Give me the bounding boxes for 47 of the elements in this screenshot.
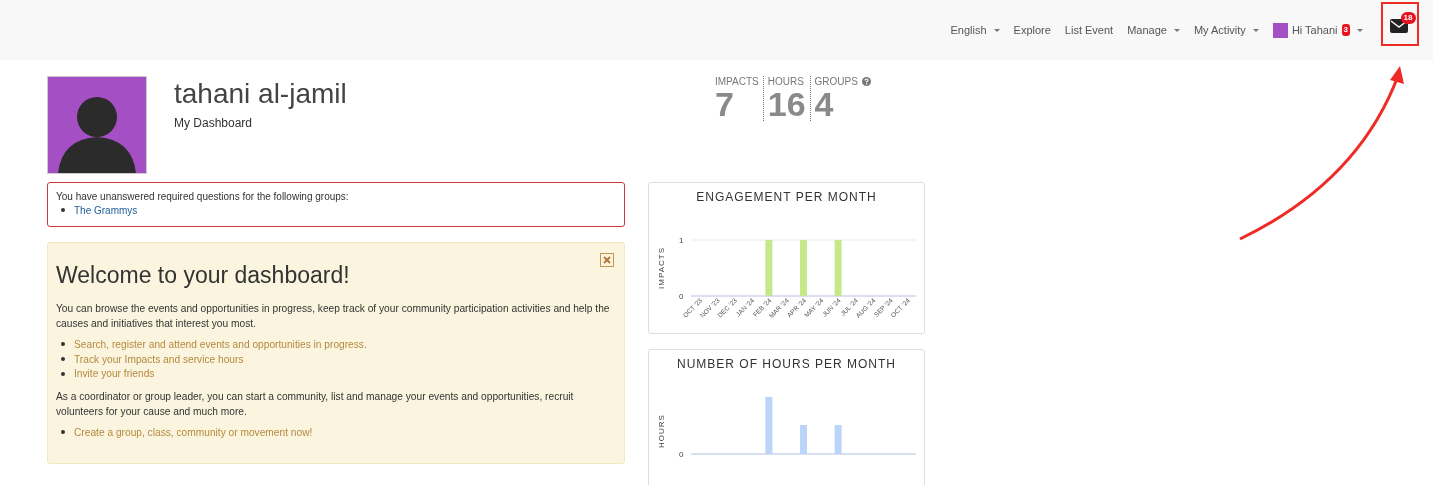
coordinator-text: As a coordinator or group leader, you can start a community, list and manage your events and opportunities, recruit volunteers for your cause and much more. — [56, 390, 575, 420]
bullet-icon — [61, 430, 65, 435]
message-count-badge: 18 — [1400, 12, 1416, 24]
welcome-title: Welcome to your dashboard! — [56, 261, 350, 290]
mail-icon — [1389, 19, 1408, 33]
nav-dropdown[interactable]: English — [950, 24, 1000, 36]
notification-badge: 3 — [1341, 24, 1350, 36]
stat-value: 7 — [715, 87, 735, 121]
chart-title: ENGAGEMENT PER MONTH — [695, 190, 878, 204]
bullet-icon — [61, 371, 65, 376]
stat-value: 16 — [767, 87, 806, 121]
close-icon — [603, 256, 611, 264]
messages-button[interactable]: 18 — [1385, 11, 1415, 37]
stat-label: GROUPS — [814, 76, 858, 87]
alert-message: You have unanswered required questions for the following groups: — [56, 191, 350, 202]
page-subtitle: My Dashboard — [174, 116, 254, 130]
chart-bar — [834, 240, 842, 296]
close-button[interactable] — [600, 253, 614, 267]
axis-tick-label: 0 — [679, 450, 684, 459]
caret-icon — [1252, 28, 1259, 32]
caret-icon — [1173, 28, 1180, 32]
stat-value: 4 — [814, 87, 835, 121]
stat-label: HOURS — [767, 76, 804, 87]
chart-bar — [765, 240, 773, 296]
axis-tick-label: 1 — [679, 236, 684, 245]
bullet-icon — [61, 342, 65, 347]
intro-text: You can browse the events and opportunities in progress, keep track of your community participation activities and help the causes and initiatives that interest you most. — [56, 302, 611, 332]
chart-title: NUMBER OF HOURS PER MONTH — [676, 357, 897, 371]
axis-title: HOURS — [657, 414, 666, 448]
nav-dropdown[interactable]: My Activity — [1193, 24, 1259, 36]
user-name: tahani al-jamil — [174, 78, 347, 110]
caret-icon — [1357, 28, 1363, 32]
chart-bar — [800, 240, 807, 296]
caret-icon — [993, 28, 1000, 32]
avatar-icon — [1272, 22, 1288, 38]
axis-title: IMPACTS — [657, 247, 666, 289]
help-icon[interactable] — [861, 77, 871, 86]
group-link[interactable]: The Grammys — [74, 205, 138, 216]
bullet-icon — [61, 357, 65, 361]
nav-link[interactable]: Explore — [1013, 24, 1051, 36]
nav-dropdown[interactable]: Manage — [1127, 24, 1180, 36]
nav-link[interactable]: List Event — [1064, 24, 1114, 36]
user-greeting: Hi Tahani — [1291, 24, 1338, 36]
user-menu[interactable]: Hi Tahani 3 — [1272, 22, 1363, 38]
stat-label: IMPACTS — [715, 76, 759, 87]
axis-tick-label: 0 — [679, 292, 684, 301]
bullet-icon — [61, 208, 65, 213]
